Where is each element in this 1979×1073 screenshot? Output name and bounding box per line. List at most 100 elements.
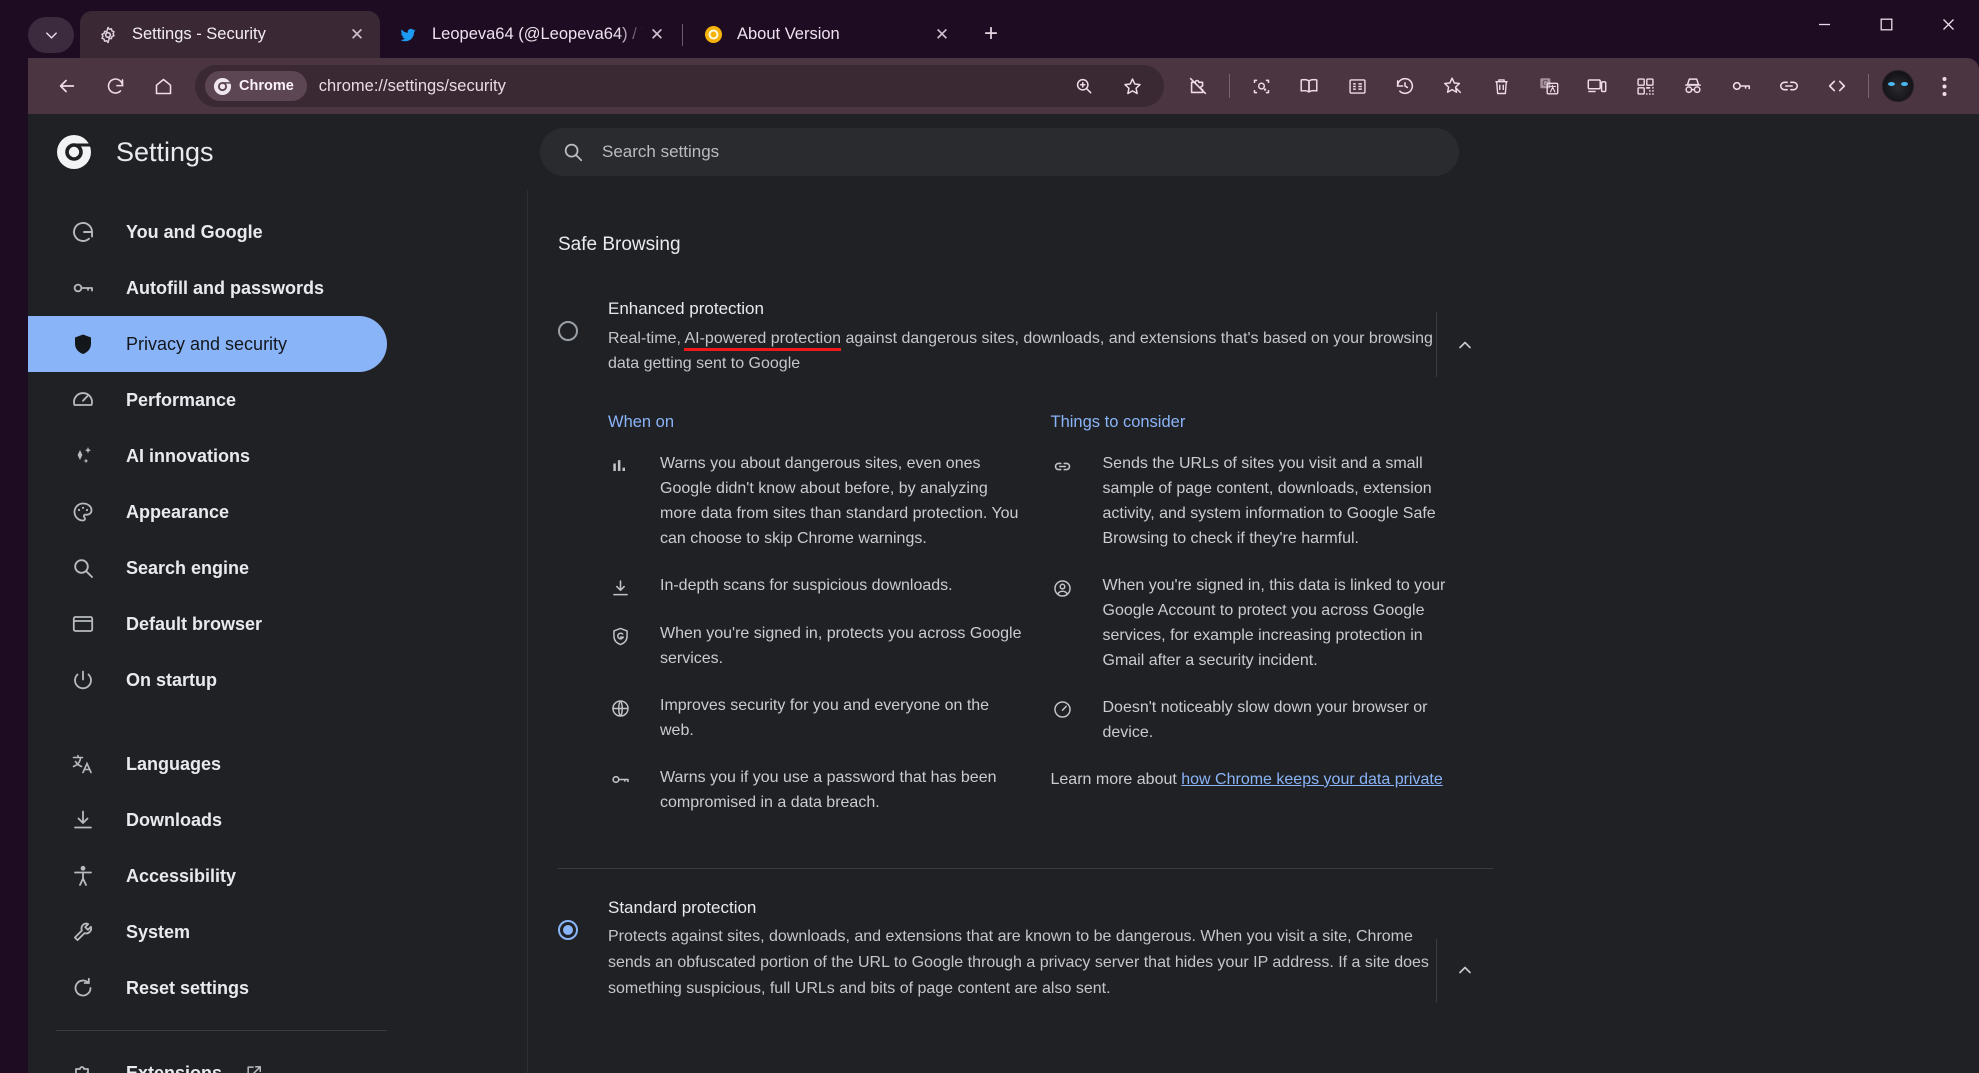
cast-devices-icon[interactable]: [1576, 65, 1618, 107]
bookmark-star-icon[interactable]: [1111, 65, 1153, 107]
learn-more-text: Learn more about how Chrome keeps your d…: [1051, 768, 1466, 793]
maximize-button[interactable]: [1855, 0, 1917, 48]
enhanced-protection-row[interactable]: Enhanced protection Real-time, AI-powere…: [558, 296, 1493, 377]
speedometer-icon: [1051, 698, 1075, 722]
reading-mode-icon[interactable]: [1288, 65, 1330, 107]
close-icon[interactable]: ✕: [644, 22, 670, 48]
tab-search-button[interactable]: [28, 17, 74, 53]
sidebar-item-label: Appearance: [126, 502, 229, 523]
when-on-text: Improves security for you and everyone o…: [660, 694, 1023, 744]
chrome-chip-label: Chrome: [239, 78, 294, 94]
power-icon: [70, 667, 96, 693]
translate-icon[interactable]: G: [1528, 65, 1570, 107]
sidebar-divider: [56, 1030, 387, 1031]
section-divider: [558, 868, 1493, 869]
sidebar-item-accessibility[interactable]: Accessibility: [28, 848, 387, 904]
sidebar-item-ai-innovations[interactable]: AI innovations: [28, 428, 387, 484]
when-on-item: Improves security for you and everyone o…: [608, 694, 1023, 744]
three-dot-menu-icon[interactable]: [1923, 65, 1965, 107]
page-title: Settings: [116, 137, 214, 168]
tab-strip: Settings - Security ✕ Leopeva64 (@Leopev…: [0, 0, 1979, 58]
sidebar-item-appearance[interactable]: Appearance: [28, 484, 387, 540]
tab-divider: [682, 24, 683, 46]
incognito-icon[interactable]: [1672, 65, 1714, 107]
profile-avatar[interactable]: [1882, 70, 1914, 102]
sidebar-item-system[interactable]: System: [28, 904, 387, 960]
standard-protection-radio[interactable]: [558, 920, 578, 940]
enhanced-protection-description: Real-time, AI-powered protection against…: [608, 326, 1436, 378]
twitter-icon: [398, 25, 418, 45]
enhanced-protection-main: Enhanced protection Real-time, AI-powere…: [578, 296, 1436, 377]
sidebar-item-search-engine[interactable]: Search engine: [28, 540, 387, 596]
globe-icon: [608, 696, 632, 720]
new-tab-button[interactable]: +: [971, 14, 1011, 54]
tab-title: Leopeva64 (@Leopeva64) / Twi: [432, 25, 644, 44]
history-icon[interactable]: [1384, 65, 1426, 107]
sidebar-item-label: Reset settings: [126, 978, 249, 999]
enhanced-row-right: [1436, 296, 1493, 377]
extensions-off-icon[interactable]: [1177, 65, 1219, 107]
close-icon[interactable]: ✕: [929, 22, 955, 48]
sidebar-item-default-browser[interactable]: Default browser: [28, 596, 387, 652]
things-to-consider-title: Things to consider: [1051, 413, 1466, 432]
learn-more-link[interactable]: how Chrome keeps your data private: [1181, 771, 1442, 788]
when-on-text: Warns you if you use a password that has…: [660, 766, 1023, 816]
settings-header: Settings Search settings: [28, 114, 1979, 190]
chrome-chip[interactable]: Chrome: [205, 71, 307, 101]
tab-settings-security[interactable]: Settings - Security ✕: [80, 11, 380, 58]
standard-protection-main: Standard protection Protects against sit…: [578, 895, 1436, 1002]
password-key-icon[interactable]: [1720, 65, 1762, 107]
wrench-icon: [70, 919, 96, 945]
search-placeholder: Search settings: [602, 142, 719, 162]
search-settings-input[interactable]: Search settings: [540, 128, 1459, 176]
bookmarks-icon[interactable]: [1432, 65, 1474, 107]
sidebar-item-downloads[interactable]: Downloads: [28, 792, 387, 848]
copy-link-icon[interactable]: [1768, 65, 1810, 107]
sidebar-item-autofill-and-passwords[interactable]: Autofill and passwords: [28, 260, 387, 316]
sidebar-item-languages[interactable]: Languages: [28, 736, 387, 792]
sidebar-item-label: Downloads: [126, 810, 222, 831]
lens-icon[interactable]: [1240, 65, 1282, 107]
sidebar-item-on-startup[interactable]: On startup: [28, 652, 387, 708]
key-icon: [70, 275, 96, 301]
toolbar-divider: [1229, 74, 1230, 98]
sidebar-item-reset-settings[interactable]: Reset settings: [28, 960, 387, 1016]
toolbar-divider-2: [1868, 74, 1869, 98]
devtools-icon[interactable]: [1816, 65, 1858, 107]
tab-about-version[interactable]: About Version ✕: [685, 11, 965, 58]
search-icon: [562, 141, 584, 163]
close-button[interactable]: [1917, 0, 1979, 48]
close-icon[interactable]: ✕: [344, 22, 370, 48]
back-arrow-icon[interactable]: [46, 65, 88, 107]
chevron-up-icon[interactable]: [1437, 323, 1493, 367]
delete-browsing-data-icon[interactable]: [1480, 65, 1522, 107]
home-icon[interactable]: [142, 65, 184, 107]
chevron-up-icon[interactable]: [1437, 948, 1493, 992]
open-in-new-icon[interactable]: [244, 1063, 264, 1073]
tab-twitter[interactable]: Leopeva64 (@Leopeva64) / Twi ✕: [380, 11, 680, 58]
shield-icon: [70, 331, 96, 357]
sidebar-gap: [28, 708, 527, 736]
gear-icon: [98, 25, 118, 45]
annotated-highlight-text: AI-powered protection: [684, 330, 841, 351]
qr-code-icon[interactable]: [1624, 65, 1666, 107]
sidebar-item-extensions[interactable]: Extensions: [28, 1045, 387, 1073]
sidebar-item-privacy-and-security[interactable]: Privacy and security: [28, 316, 387, 372]
minimize-button[interactable]: [1793, 0, 1855, 48]
chevron-down-icon: [44, 28, 59, 43]
settings-brand: Settings: [28, 134, 540, 170]
bar-chart-icon: [608, 454, 632, 478]
tab-title: Settings - Security: [132, 25, 344, 44]
enhanced-protection-radio[interactable]: [558, 321, 578, 341]
link-icon: [1051, 454, 1075, 478]
reading-list-icon[interactable]: [1336, 65, 1378, 107]
standard-protection-row[interactable]: Standard protection Protects against sit…: [558, 895, 1493, 1002]
google-shield-icon: [608, 624, 632, 648]
sidebar-item-performance[interactable]: Performance: [28, 372, 387, 428]
zoom-icon[interactable]: [1063, 65, 1105, 107]
browser-window-icon: [70, 611, 96, 637]
reload-icon[interactable]: [94, 65, 136, 107]
address-bar[interactable]: Chrome chrome://settings/security: [195, 65, 1164, 107]
sidebar-item-you-and-google[interactable]: You and Google: [28, 204, 387, 260]
consider-item: When you're signed in, this data is link…: [1051, 574, 1466, 674]
